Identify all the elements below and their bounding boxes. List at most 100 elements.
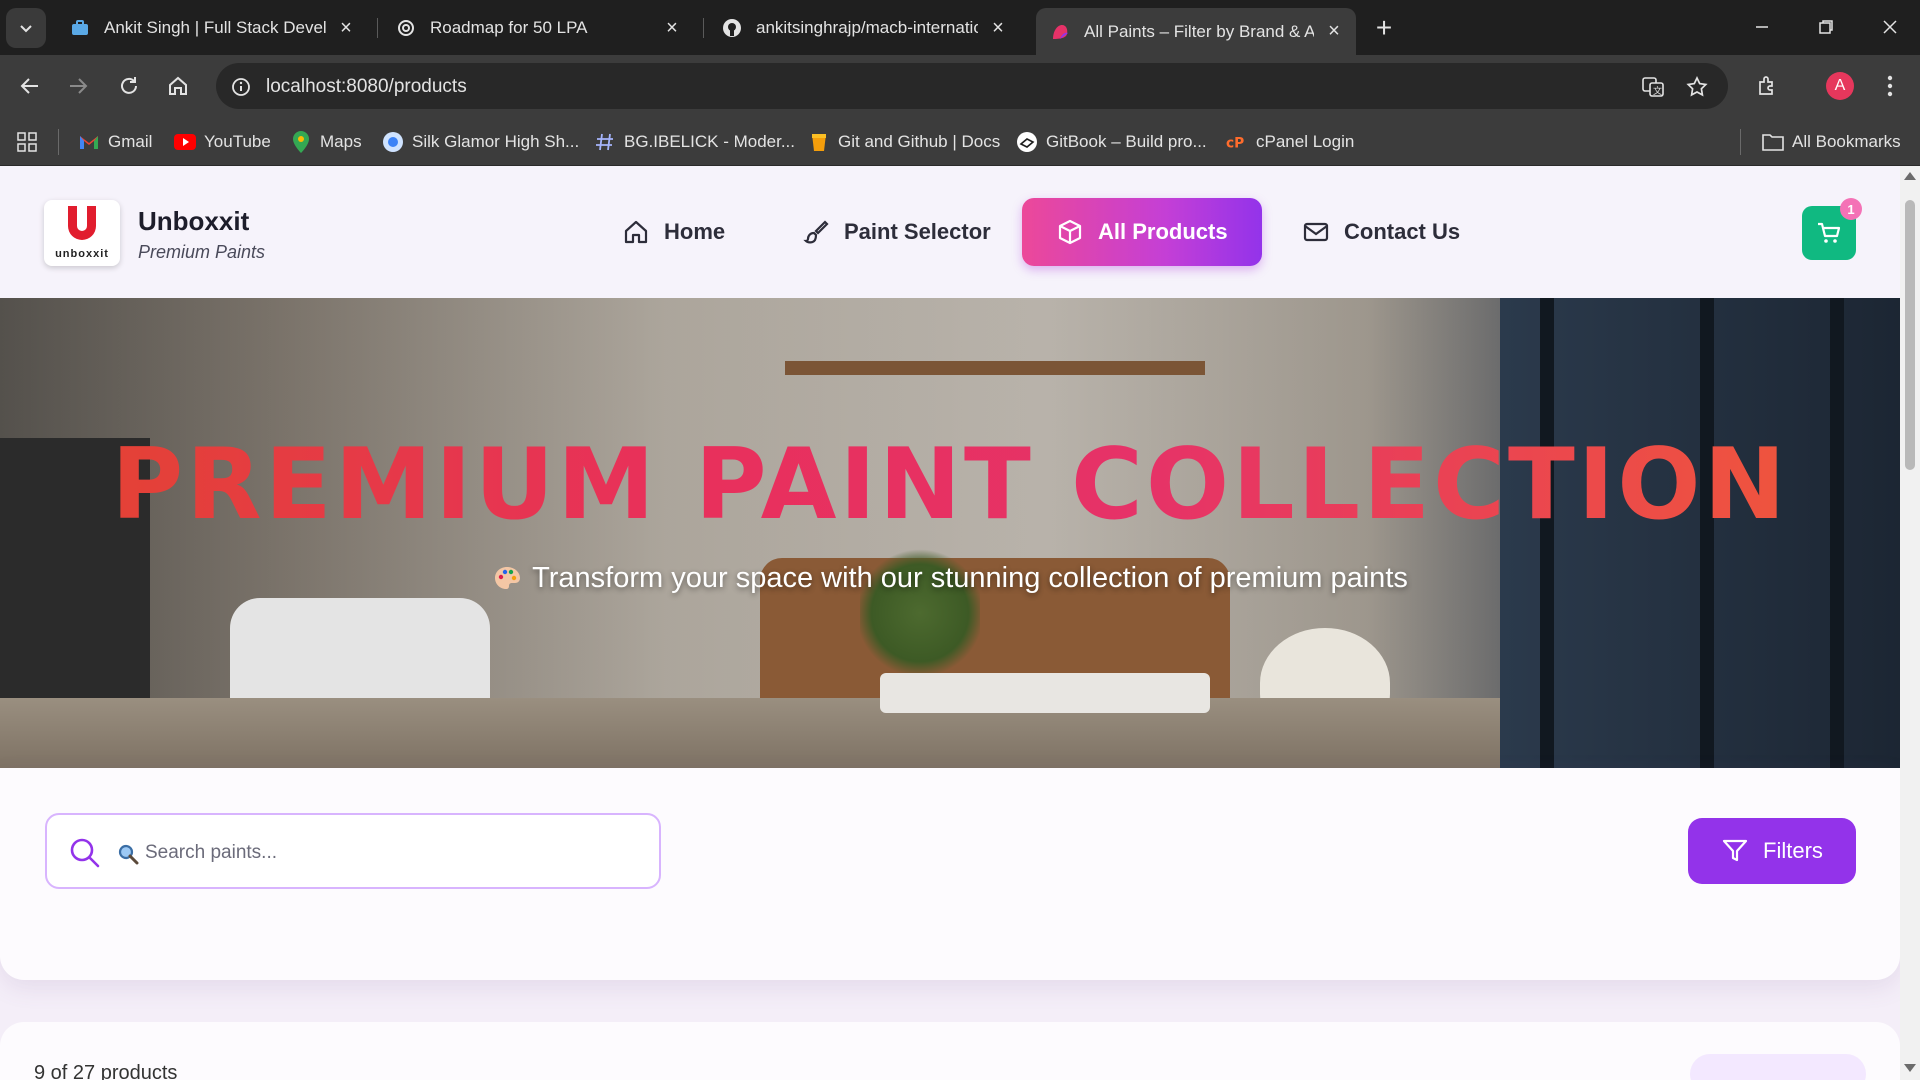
home-icon xyxy=(169,76,187,95)
scroll-up-arrow[interactable] xyxy=(1904,172,1916,180)
scrollbar-thumb[interactable] xyxy=(1905,200,1915,470)
all-bookmarks-button[interactable]: All Bookmarks xyxy=(1762,129,1901,155)
close-icon[interactable]: × xyxy=(662,17,682,39)
restore-icon xyxy=(1819,20,1833,34)
apps-grid-icon xyxy=(16,131,38,153)
page-viewport: unboxxit Unboxxit Premium Paints Home Pa… xyxy=(0,166,1900,1080)
tab-search-button[interactable] xyxy=(6,8,46,48)
browser-tab[interactable]: Ankit Singh | Full Stack Develop × xyxy=(56,8,368,48)
bookmark-maps[interactable]: Maps xyxy=(290,129,362,155)
brush-icon xyxy=(802,218,830,246)
apps-button[interactable] xyxy=(16,129,46,155)
browser-tabstrip: Ankit Singh | Full Stack Develop × Roadm… xyxy=(0,0,1920,55)
tab-title: Roadmap for 50 LPA xyxy=(430,18,588,37)
more-vertical-icon xyxy=(1887,75,1893,97)
bookmark-youtube[interactable]: YouTube xyxy=(174,129,271,155)
nav-all-products[interactable]: All Products xyxy=(1022,198,1262,266)
bookmark-label: Git and Github | Docs xyxy=(838,132,1001,151)
puzzle-icon xyxy=(1759,76,1773,95)
minimize-button[interactable] xyxy=(1742,10,1782,44)
browser-menu-button[interactable] xyxy=(1872,68,1908,104)
site-logo[interactable]: unboxxit xyxy=(44,200,120,266)
browser-tab[interactable]: ankitsinghrajp/macb-internatio × xyxy=(708,8,1020,48)
bookmark-star-icon[interactable] xyxy=(1684,74,1710,100)
chevron-down-icon xyxy=(20,25,32,33)
nav-home[interactable]: Home xyxy=(622,198,725,266)
bookmark-cpanel[interactable]: cP cPanel Login xyxy=(1226,129,1354,155)
cpanel-icon: cP xyxy=(1226,131,1248,153)
browser-tab[interactable]: Roadmap for 50 LPA × xyxy=(382,8,694,48)
browser-tab-active[interactable]: All Paints – Filter by Brand & Ap × xyxy=(1036,8,1356,55)
bookmark-label: All Bookmarks xyxy=(1792,132,1901,151)
nav-label: All Products xyxy=(1098,219,1228,244)
avatar: A xyxy=(1826,72,1854,100)
nav-paint-selector[interactable]: Paint Selector xyxy=(802,198,991,266)
filters-button[interactable]: Filters xyxy=(1688,818,1856,884)
site-header: unboxxit Unboxxit Premium Paints Home Pa… xyxy=(0,166,1900,298)
box-icon xyxy=(1056,218,1084,246)
new-tab-button[interactable]: + xyxy=(1368,12,1400,44)
forward-button[interactable] xyxy=(60,68,96,104)
tab-divider xyxy=(377,18,378,38)
scroll-down-arrow[interactable] xyxy=(1904,1064,1916,1072)
bookmark-gitbook[interactable]: GitBook – Build pro... xyxy=(1016,129,1207,155)
reload-button[interactable] xyxy=(111,68,147,104)
openai-icon xyxy=(396,18,416,38)
magnifier-emoji-icon xyxy=(118,844,139,865)
close-icon[interactable]: × xyxy=(1324,20,1344,42)
bookmark-label: cPanel Login xyxy=(1256,132,1355,151)
bookmark-label: Gmail xyxy=(108,132,153,151)
search-box[interactable] xyxy=(45,813,661,889)
restore-button[interactable] xyxy=(1806,10,1846,44)
bookmark-label: BG.IBELICK - Moder... xyxy=(624,132,796,151)
close-window-icon xyxy=(1883,20,1897,34)
nav-label: Paint Selector xyxy=(844,219,991,244)
filters-label: Filters xyxy=(1763,838,1823,863)
gmail-icon xyxy=(78,131,100,153)
svg-text:cP: cP xyxy=(1226,136,1244,151)
logo-word: unboxxit xyxy=(55,248,109,260)
close-icon[interactable]: × xyxy=(336,17,356,39)
home-icon xyxy=(622,218,650,246)
bookmark-label: Maps xyxy=(320,132,362,151)
extensions-button[interactable] xyxy=(1750,68,1786,104)
profile-button[interactable]: A xyxy=(1822,68,1858,104)
paint-icon xyxy=(1050,22,1070,42)
back-button[interactable] xyxy=(12,68,48,104)
results-panel: 9 of 27 products xyxy=(0,1022,1900,1080)
briefcase-icon xyxy=(70,18,90,38)
hash-icon xyxy=(594,131,616,153)
filter-funnel-icon xyxy=(1721,837,1749,865)
site-info-icon[interactable] xyxy=(228,74,254,100)
sort-control[interactable] xyxy=(1690,1054,1866,1080)
minimize-icon xyxy=(1756,26,1768,28)
address-bar[interactable]: localhost:8080/products 文 xyxy=(216,63,1728,109)
hero-subtitle: Transform your space with our stunning c… xyxy=(532,562,1408,594)
hero-subtitle-row: Transform your space with our stunning c… xyxy=(0,562,1900,595)
results-count: 9 of 27 products xyxy=(34,1062,178,1080)
bookmark-git-github[interactable]: Git and Github | Docs xyxy=(808,129,1000,155)
gitbook-icon xyxy=(1016,131,1038,153)
bookmark-bg-ibelick[interactable]: BG.IBELICK - Moder... xyxy=(594,129,795,155)
page-scrollbar[interactable] xyxy=(1900,166,1920,1080)
unboxxit-logo-icon xyxy=(68,206,96,240)
translate-icon[interactable]: 文 xyxy=(1640,74,1666,100)
close-icon[interactable]: × xyxy=(988,17,1008,39)
globe-icon xyxy=(382,131,404,153)
bookmark-gmail[interactable]: Gmail xyxy=(78,129,152,155)
brand-tagline: Premium Paints xyxy=(138,242,266,262)
search-input[interactable] xyxy=(145,837,635,869)
tab-title: ankitsinghrajp/macb-internatio xyxy=(756,18,978,37)
svg-text:文: 文 xyxy=(1653,85,1662,97)
home-button[interactable] xyxy=(160,68,196,104)
tab-title: All Paints – Filter by Brand & Ap xyxy=(1084,21,1314,41)
github-icon xyxy=(722,18,742,38)
brand-name[interactable]: Unboxxit xyxy=(138,206,249,237)
close-window-button[interactable] xyxy=(1870,10,1910,44)
hero-title: PREMIUM PAINT COLLECTION xyxy=(0,428,1900,542)
url-text[interactable]: localhost:8080/products xyxy=(266,76,467,98)
arrow-right-icon xyxy=(70,78,88,94)
bookmark-silk-glamor[interactable]: Silk Glamor High Sh... xyxy=(382,129,579,155)
search-icon xyxy=(70,838,100,868)
nav-contact-us[interactable]: Contact Us xyxy=(1302,198,1460,266)
